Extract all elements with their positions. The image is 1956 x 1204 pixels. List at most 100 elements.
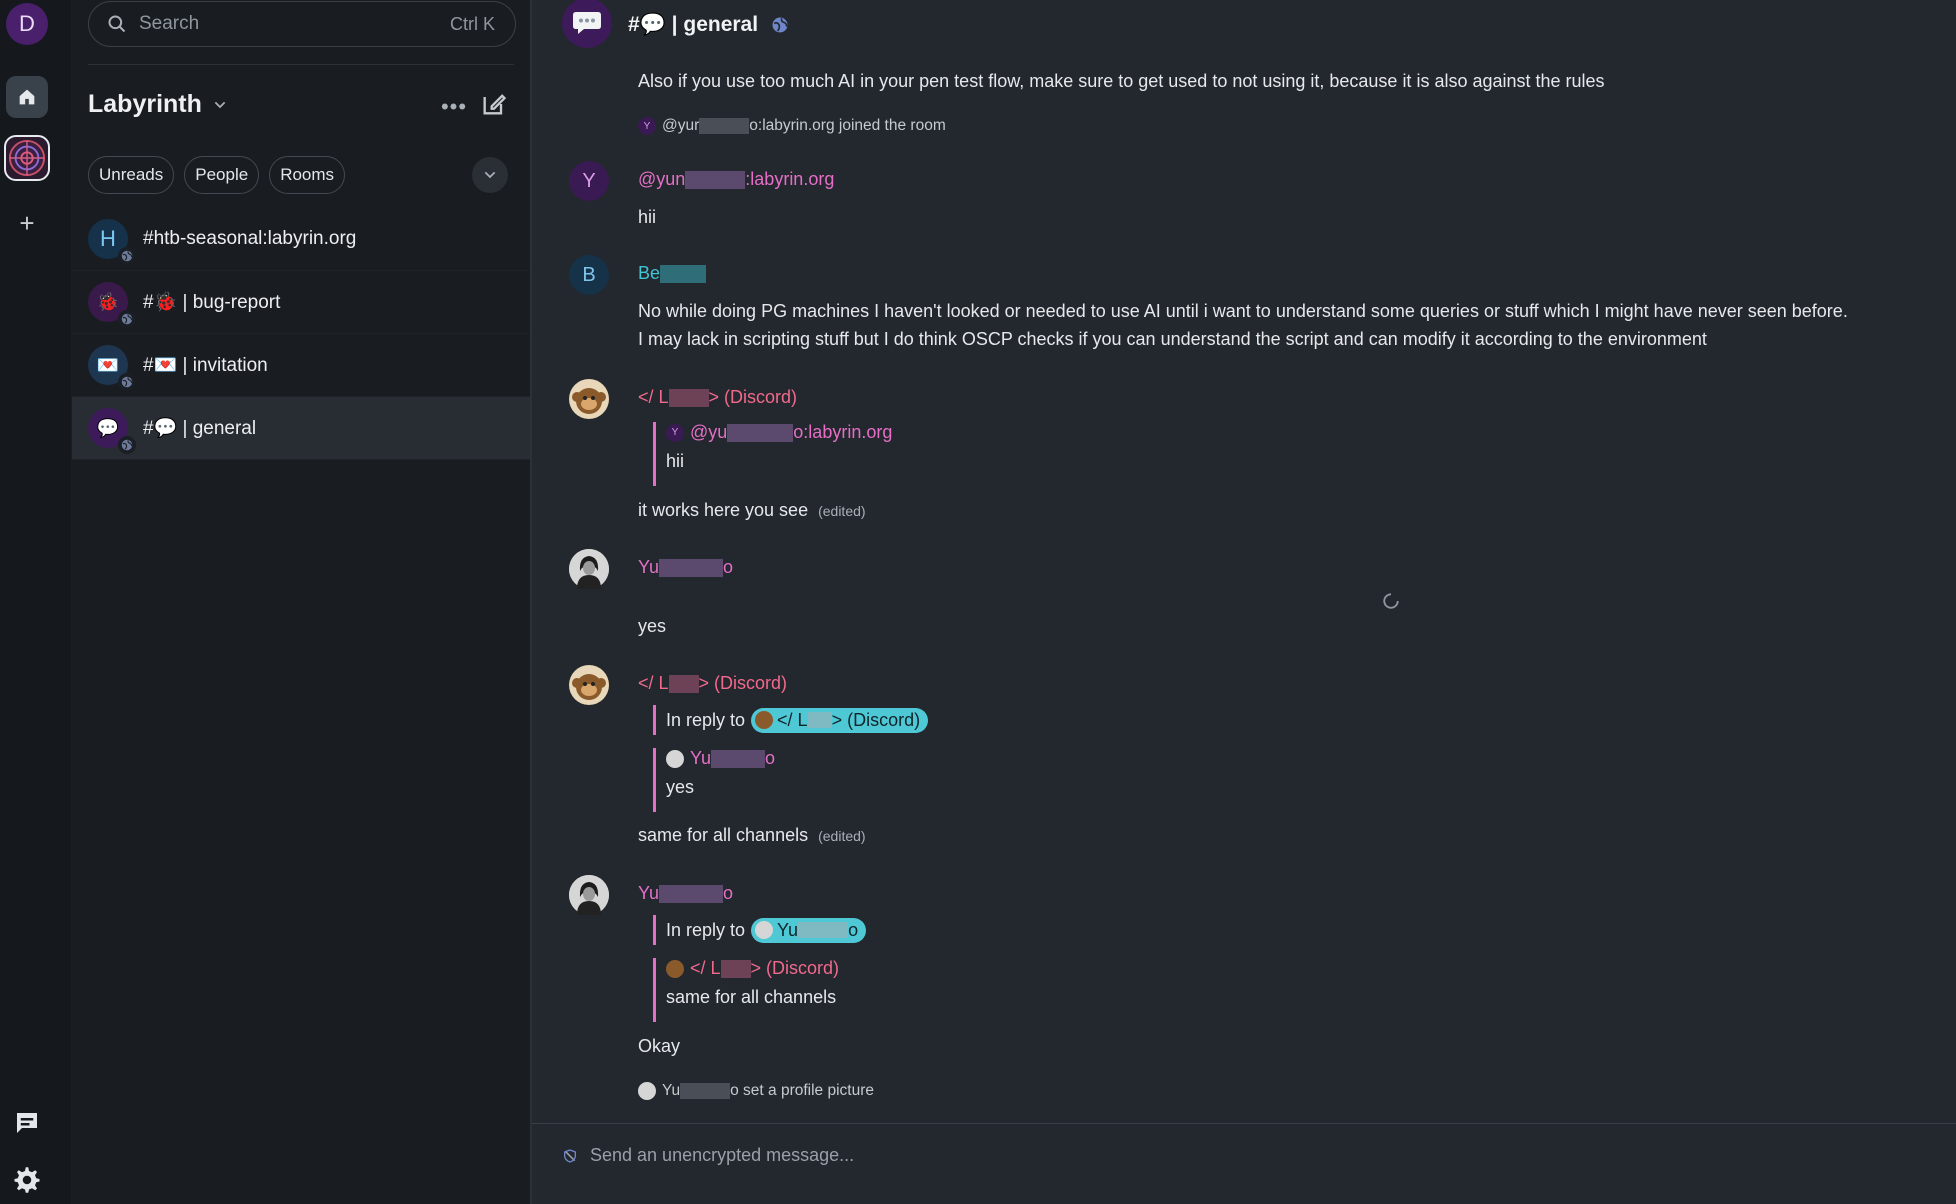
sender-name-start: </ L [638, 387, 669, 407]
app-window: D + Search Ctrl K Labyrinth ••• Unreads … [0, 0, 1956, 1204]
event-text-start: Yu [662, 1082, 681, 1099]
message-sender[interactable]: Be [638, 263, 707, 284]
sender-name-start: Yu [638, 557, 660, 577]
threads-button[interactable] [12, 1108, 42, 1138]
redacted-name [685, 171, 746, 190]
more-filters-button[interactable] [472, 157, 508, 193]
edited-marker[interactable]: (edited) [818, 503, 865, 519]
composer-placeholder: Send an unencrypted message... [590, 1145, 855, 1165]
room-name: #🐞 | bug-report [143, 292, 281, 313]
threads-icon [17, 1113, 37, 1133]
compose-icon [483, 94, 507, 115]
mini-avatar: Y [638, 117, 656, 135]
room-header[interactable]: #💬 | general [562, 0, 790, 50]
message-body-line: I may lack in scripting stuff but I do t… [638, 329, 1707, 349]
quoted-message[interactable]: Y @yu o:labyrin.org hii [653, 422, 892, 486]
room-item-invitation[interactable]: 💌 #💌 | invitation [72, 334, 530, 397]
message-sender[interactable]: </ L > (Discord) [638, 387, 797, 408]
redacted-name [659, 559, 724, 578]
mini-avatar [755, 921, 774, 939]
room-name: #💌 | invitation [143, 355, 268, 376]
filter-people[interactable]: People [184, 156, 260, 194]
reply-label: In reply to [666, 709, 746, 730]
sender-name-end: > (Discord) [698, 673, 788, 693]
quoted-message[interactable]: </ L > (Discord) same for all channels [653, 958, 839, 1022]
pill-name-end: > (Discord) [831, 709, 921, 730]
sender-name-start: Yu [690, 748, 712, 768]
user-avatar[interactable]: Y [569, 161, 609, 201]
room-avatar: 💬 [88, 408, 136, 454]
room-avatar-letter: H [100, 226, 116, 251]
room-title: #💬 | general [628, 13, 759, 36]
room-list: H #htb-seasonal:labyrin.org 🐞 #🐞 | bug-r… [72, 208, 530, 460]
unencrypted-icon [564, 1148, 576, 1163]
reply-context[interactable]: In reply to Yu o [653, 915, 867, 945]
message-body: Okay [638, 1036, 681, 1056]
message-sender[interactable]: @yun:labyrin.org [638, 169, 834, 190]
gear-icon [14, 1167, 40, 1193]
profile-change-event: Yu o set a profile picture [638, 1082, 874, 1100]
quote-sender: Yu o [666, 748, 775, 769]
message-body: hii [638, 207, 657, 227]
pill-name-start: Yu [777, 919, 799, 940]
message-body: it works here you see (edited) [638, 500, 866, 521]
speech-bubble-icon [573, 12, 601, 34]
start-chat-button[interactable] [480, 90, 510, 120]
search-input[interactable]: Search Ctrl K [88, 1, 516, 47]
sender-name-end: o [723, 883, 734, 903]
more-options-button[interactable]: ••• [440, 94, 468, 119]
ellipsis-icon: ••• [440, 94, 468, 119]
filter-rooms[interactable]: Rooms [269, 156, 346, 194]
user-avatar[interactable] [569, 379, 609, 419]
message-sender[interactable]: </ L > (Discord) [638, 673, 787, 694]
edited-marker[interactable]: (edited) [818, 828, 865, 844]
space-menu-button[interactable]: Labyrinth [88, 90, 228, 119]
home-button[interactable] [6, 76, 48, 118]
create-space-button[interactable]: + [13, 210, 41, 238]
reply-user-pill[interactable]: Yu o [751, 917, 867, 943]
globe-icon [118, 436, 136, 454]
message-body: same for all channels (edited) [638, 825, 866, 846]
room-avatar: 🐞 [88, 282, 136, 328]
message-sender[interactable]: Yu o [638, 883, 733, 904]
reply-context[interactable]: In reply to </ L > (Discord) [653, 705, 929, 735]
mini-avatar [755, 711, 774, 729]
event-text-end: o:labyrin.org joined the room [749, 117, 946, 134]
sender-name-start: @yu [690, 422, 728, 442]
room-item-bug-report[interactable]: 🐞 #🐞 | bug-report [72, 271, 530, 334]
search-icon [108, 15, 126, 33]
user-avatar[interactable]: B [569, 255, 609, 295]
speech-bubble-icon: 💬 [96, 417, 120, 438]
quoted-message[interactable]: Yu o yes [653, 748, 775, 812]
user-avatar[interactable] [569, 665, 609, 705]
message-text: it works here you see [638, 500, 809, 520]
filter-unreads[interactable]: Unreads [88, 156, 175, 194]
settings-button[interactable] [12, 1165, 42, 1195]
event-text-start: @yur [662, 117, 700, 134]
user-avatar[interactable]: D [6, 3, 48, 45]
message-text: same for all channels [638, 825, 809, 845]
quote-body: hii [666, 451, 685, 471]
monkey-avatar-icon [569, 665, 609, 705]
membership-event: Y @yur o:labyrin.org joined the room [638, 117, 946, 135]
message-composer[interactable]: Send an unencrypted message... [562, 1145, 854, 1166]
redacted-name [668, 389, 709, 408]
room-avatar: 💌 [88, 345, 136, 391]
sender-name-start: Be [638, 263, 661, 283]
sender-name-start: </ L [638, 673, 669, 693]
room-item-htb-seasonal[interactable]: H #htb-seasonal:labyrin.org [72, 208, 530, 271]
pill-name-end: o [848, 919, 859, 940]
user-avatar[interactable] [569, 549, 609, 589]
chevron-down-icon [214, 101, 226, 108]
space-labyrinth-button[interactable] [4, 135, 50, 181]
user-avatar[interactable] [569, 875, 609, 915]
quote-body: same for all channels [666, 987, 837, 1007]
redacted-name [699, 118, 750, 134]
message-body: yes [638, 616, 667, 636]
reply-user-pill[interactable]: </ L > (Discord) [751, 707, 929, 733]
sender-name-start: </ L [690, 958, 721, 978]
message-sender[interactable]: Yu o [638, 557, 733, 578]
globe-icon [118, 247, 136, 265]
room-item-general[interactable]: 💬 #💬 | general [72, 397, 530, 460]
space-bar: D + [0, 0, 72, 1204]
